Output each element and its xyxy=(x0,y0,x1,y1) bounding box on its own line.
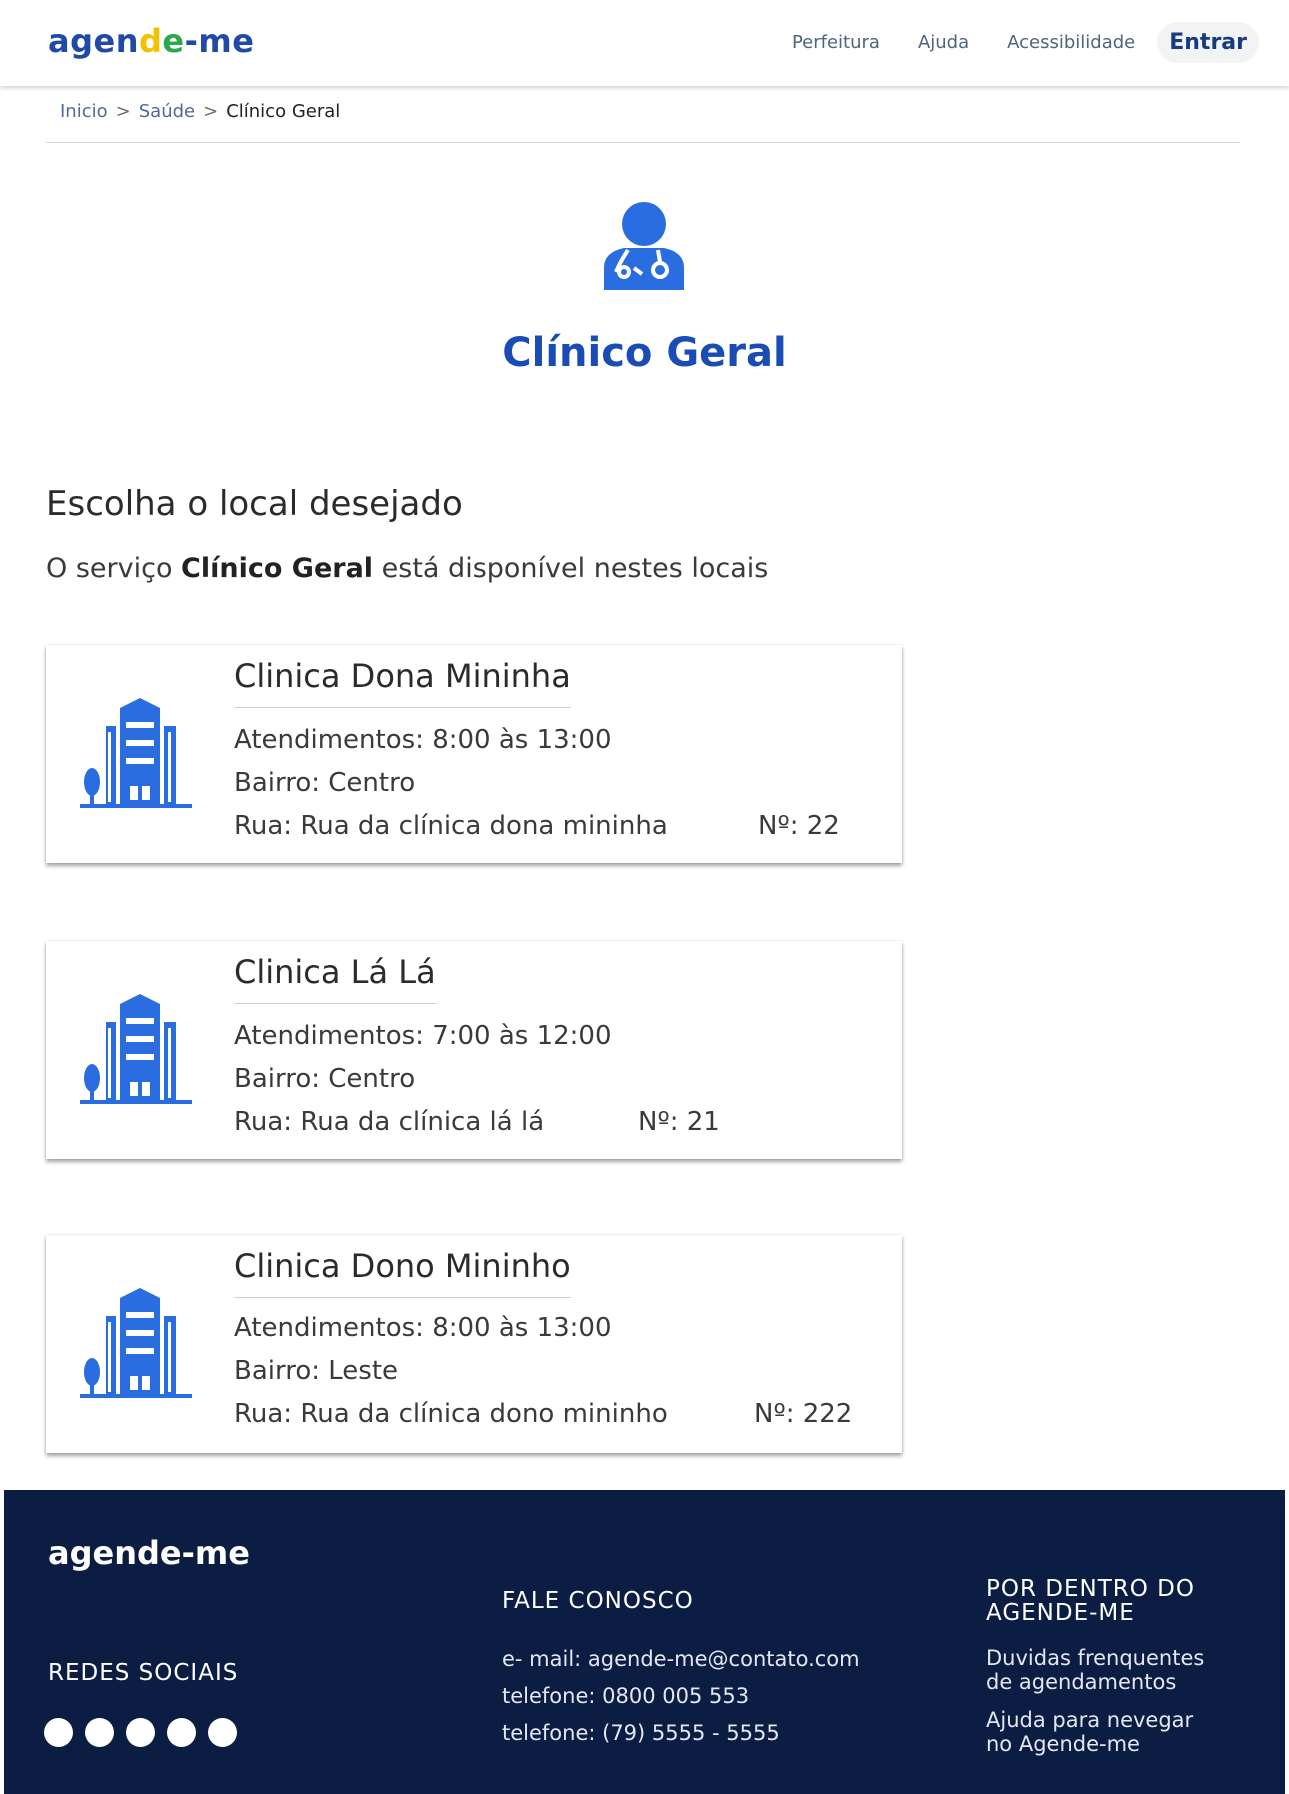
about-title: AGENDE-ME xyxy=(986,1600,1135,1626)
nav-link-perfeitura[interactable]: Perfeitura xyxy=(792,32,880,53)
contact-phone: telefone: 0800 005 553 xyxy=(502,1684,750,1708)
breadcrumb: Inicio > Saúde > Clínico Geral xyxy=(60,101,340,122)
clinic-district: Bairro: Centro xyxy=(234,1064,416,1094)
clinic-number: Nº: 22 xyxy=(758,811,840,841)
contact-title: FALE CONOSCO xyxy=(502,1588,694,1614)
clinic-hours: Atendimentos: 8:00 às 13:00 xyxy=(234,725,612,755)
login-button[interactable]: Entrar xyxy=(1157,22,1259,63)
clinic-street: Rua: Rua da clínica dona mininha xyxy=(234,811,668,841)
clinic-number: Nº: 21 xyxy=(638,1107,720,1137)
breadcrumb-item-saude[interactable]: Saúde xyxy=(139,101,195,122)
clinic-district: Bairro: Centro xyxy=(234,768,416,798)
clinic-hours: Atendimentos: 8:00 às 13:00 xyxy=(234,1313,612,1343)
clinic-name[interactable]: Clinica Dono Mininho xyxy=(234,1247,571,1298)
clinic-hours: Atendimentos: 7:00 às 12:00 xyxy=(234,1021,612,1051)
building-icon xyxy=(80,698,192,808)
subtitle-service: Clínico Geral xyxy=(181,553,374,584)
social-title: REDES SOCIAIS xyxy=(48,1660,239,1686)
link-line: de agendamentos xyxy=(986,1670,1177,1694)
breadcrumb-item-inicio[interactable]: Inicio xyxy=(60,101,108,122)
contact-phone: telefone: (79) 5555 - 5555 xyxy=(502,1721,780,1745)
section-subtitle: O serviço Clínico Geral está disponível … xyxy=(46,553,768,584)
clinic-card[interactable]: Clinica Dono Mininho Atendimentos: 8:00 … xyxy=(46,1235,902,1453)
section-title: Escolha o local desejado xyxy=(46,484,463,524)
footer-logo[interactable]: agende-me xyxy=(48,1534,250,1572)
footer-link-faq[interactable]: Duvidas frenquentes de agendamentos xyxy=(986,1646,1204,1694)
clinic-name[interactable]: Clinica Lá Lá xyxy=(234,953,436,1004)
clinic-card[interactable]: Clinica Lá Lá Atendimentos: 7:00 às 12:0… xyxy=(46,941,902,1159)
link-line: Ajuda para nevegar xyxy=(986,1708,1194,1732)
social-icon[interactable] xyxy=(126,1718,155,1747)
clinic-name[interactable]: Clinica Dona Mininha xyxy=(234,657,571,708)
breadcrumb-separator: > xyxy=(203,101,219,122)
clinic-district: Bairro: Leste xyxy=(234,1356,399,1386)
social-icon[interactable] xyxy=(44,1718,73,1747)
clinic-street: Rua: Rua da clínica dono mininho xyxy=(234,1399,668,1429)
top-bar: agende-me Perfeitura Ajuda Acessibilidad… xyxy=(0,0,1289,86)
footer: agende-me REDES SOCIAIS FALE CONOSCO e- … xyxy=(4,1490,1285,1794)
social-icon[interactable] xyxy=(167,1718,196,1747)
doctor-icon xyxy=(598,200,690,292)
logo-text-3: e xyxy=(162,22,185,60)
logo-text-1: agen xyxy=(48,22,139,60)
page-title: Clínico Geral xyxy=(502,330,787,376)
nav-link-ajuda[interactable]: Ajuda xyxy=(918,32,969,53)
breadcrumb-current: Clínico Geral xyxy=(226,101,341,122)
divider xyxy=(46,142,1240,143)
footer-link-help[interactable]: Ajuda para nevegar no Agende-me xyxy=(986,1708,1193,1756)
about-title: POR DENTRO DO xyxy=(986,1576,1195,1602)
logo-text-2: d xyxy=(138,22,163,60)
subtitle-text: está disponível nestes locais xyxy=(373,553,769,584)
link-line: Duvidas frenquentes xyxy=(986,1646,1205,1670)
social-icon[interactable] xyxy=(208,1718,237,1747)
link-line: no Agende-me xyxy=(986,1732,1140,1756)
building-icon xyxy=(80,994,192,1104)
main-nav: Perfeitura Ajuda Acessibilidade Entrar xyxy=(754,22,1259,63)
social-icon[interactable] xyxy=(85,1718,114,1747)
building-icon xyxy=(80,1288,192,1398)
contact-email[interactable]: e- mail: agende-me@contato.com xyxy=(502,1647,860,1671)
social-links xyxy=(44,1718,249,1747)
nav-link-acessibilidade[interactable]: Acessibilidade xyxy=(1007,32,1135,53)
clinic-number: Nº: 222 xyxy=(754,1399,853,1429)
subtitle-text: O serviço xyxy=(46,553,182,584)
breadcrumb-separator: > xyxy=(115,101,131,122)
clinic-street: Rua: Rua da clínica lá lá xyxy=(234,1107,545,1137)
logo[interactable]: agende-me xyxy=(48,22,254,60)
clinic-card[interactable]: Clinica Dona Mininha Atendimentos: 8:00 … xyxy=(46,645,902,863)
logo-text-4: -me xyxy=(184,22,255,60)
